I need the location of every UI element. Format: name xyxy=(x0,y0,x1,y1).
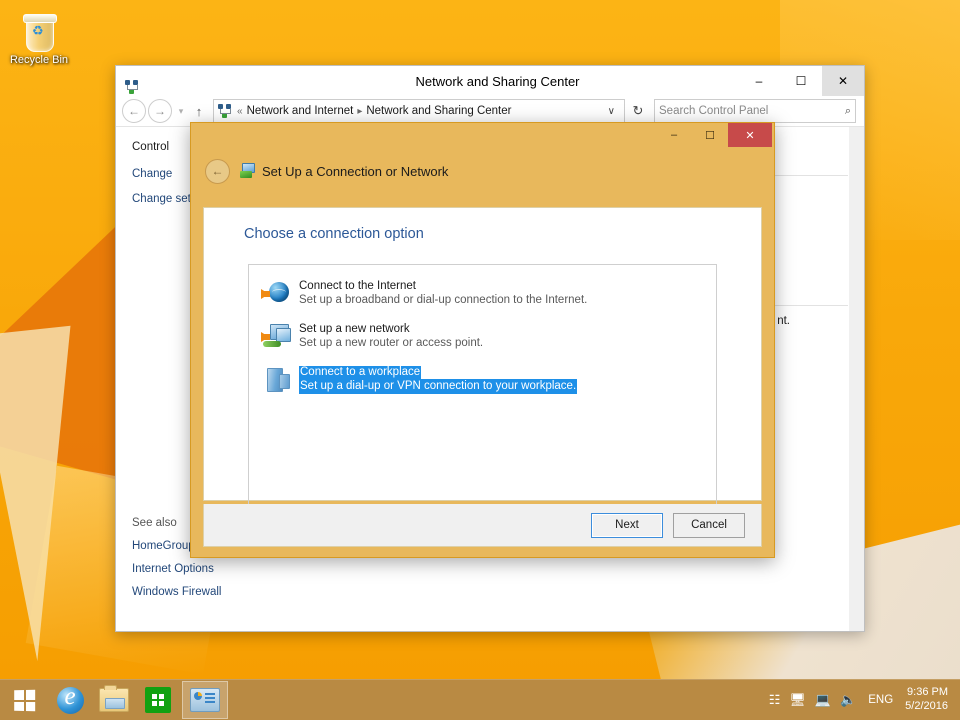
taskbar-item-store[interactable] xyxy=(136,680,180,720)
network-devices-icon[interactable]: 🖥 xyxy=(789,692,806,708)
minimize-button[interactable]: – xyxy=(738,66,780,96)
clock-date: 5/2/2016 xyxy=(905,700,948,712)
close-button[interactable]: ✕ xyxy=(822,66,864,96)
ie-icon xyxy=(56,683,84,714)
globe-arrow-icon xyxy=(261,280,289,308)
content-text-fragment: nt. xyxy=(777,315,790,327)
volume-icon[interactable]: 🔈 xyxy=(840,692,856,708)
breadcrumb-item-network-and-internet[interactable]: Network and Internet xyxy=(247,105,354,117)
network-icon xyxy=(125,79,140,95)
breadcrumb-prefix: « xyxy=(237,105,243,117)
option-title: Set up a new network xyxy=(299,323,410,335)
option-description: Set up a new router or access point. xyxy=(299,337,484,350)
search-input[interactable]: Search Control Panel ⌕ xyxy=(654,99,856,123)
vertical-scrollbar[interactable] xyxy=(849,127,864,631)
forward-button[interactable]: → xyxy=(148,99,172,123)
folder-icon xyxy=(99,685,129,712)
back-button[interactable]: ← xyxy=(122,99,146,123)
option-description: Set up a dial-up or VPN connection to yo… xyxy=(299,379,578,394)
dialog-back-button[interactable]: ← xyxy=(205,158,230,184)
maximize-button[interactable]: ☐ xyxy=(780,66,822,96)
windows-logo-icon xyxy=(13,689,35,711)
dialog-heading-text: Set Up a Connection or Network xyxy=(262,163,449,179)
dialog-maximize-button[interactable]: ☐ xyxy=(692,123,728,147)
dialog-navigation: ← Set Up a Connection or Network xyxy=(191,149,774,193)
dialog-subtitle: Choose a connection option xyxy=(244,226,424,242)
server-icon xyxy=(261,366,290,394)
store-icon xyxy=(145,687,171,713)
next-button[interactable]: Next xyxy=(591,512,663,538)
language-indicator[interactable]: ENG xyxy=(868,694,893,706)
option-connect-to-a-workplace[interactable]: Connect to a workplace Set up a dial-up … xyxy=(249,361,716,398)
taskbar-item-file-explorer[interactable] xyxy=(92,680,136,720)
dialog-minimize-button[interactable]: – xyxy=(656,123,692,147)
recycle-bin-label: Recycle Bin xyxy=(9,54,69,66)
control-panel-icon xyxy=(190,688,220,712)
option-description: Set up a broadband or dial-up connection… xyxy=(299,294,588,307)
search-placeholder: Search Control Panel xyxy=(659,105,769,117)
desktop-icon-recycle-bin[interactable]: ♻ Recycle Bin xyxy=(6,12,72,66)
dialog-content: Choose a connection option Connect to th… xyxy=(203,207,762,520)
connection-option-list[interactable]: Connect to the Internet Set up a broadba… xyxy=(248,264,717,520)
path-network-icon xyxy=(218,103,233,119)
option-set-up-a-new-network[interactable]: Set up a new network Set up a new router… xyxy=(249,318,716,355)
dialog-heading: Set Up a Connection or Network xyxy=(239,163,448,179)
recent-locations-button[interactable]: ▾ xyxy=(174,106,188,117)
explorer-titlebar[interactable]: Network and Sharing Center – ☐ ✕ xyxy=(116,66,864,96)
cancel-button[interactable]: Cancel xyxy=(673,512,745,538)
search-icon[interactable]: ⌕ xyxy=(845,105,851,118)
monitors-arrow-icon xyxy=(261,323,291,351)
window-controls: – ☐ ✕ xyxy=(738,66,864,96)
see-also-link-internet-options[interactable]: Internet Options xyxy=(132,563,262,575)
refresh-icon[interactable]: ↻ xyxy=(627,103,649,119)
taskbar: ☷ 🖥 💻 🔈 ENG 9:36 PM 5/2/2016 xyxy=(0,679,960,720)
clock[interactable]: 9:36 PM 5/2/2016 xyxy=(905,686,948,714)
option-connect-to-the-internet[interactable]: Connect to the Internet Set up a broadba… xyxy=(249,275,716,312)
start-button[interactable] xyxy=(0,680,48,720)
clock-time: 9:36 PM xyxy=(907,686,948,699)
network-icon[interactable]: 💻 xyxy=(815,692,831,708)
breadcrumb[interactable]: « Network and Internet ▸ Network and Sha… xyxy=(213,99,625,123)
taskbar-item-internet-explorer[interactable] xyxy=(48,680,92,720)
dialog-close-button[interactable]: ✕ xyxy=(728,123,772,147)
chevron-down-icon[interactable]: ∨ xyxy=(603,106,620,117)
breadcrumb-item-network-and-sharing-center[interactable]: Network and Sharing Center xyxy=(366,105,511,117)
see-also-link-windows-firewall[interactable]: Windows Firewall xyxy=(132,586,262,598)
dialog-titlebar[interactable]: – ☐ ✕ xyxy=(191,123,774,149)
setup-connection-dialog: – ☐ ✕ ← Set Up a Connection or Network C… xyxy=(190,122,775,558)
dialog-frame: – ☐ ✕ ← Set Up a Connection or Network C… xyxy=(191,123,774,557)
recycle-bin-icon: ♻ xyxy=(21,12,57,52)
dialog-footer: Next Cancel xyxy=(203,504,762,547)
system-tray: ☷ 🖥 💻 🔈 ENG 9:36 PM 5/2/2016 xyxy=(769,686,960,714)
breadcrumb-separator: ▸ xyxy=(357,105,363,117)
option-title: Connect to the Internet xyxy=(299,280,416,292)
taskbar-item-control-panel[interactable] xyxy=(182,681,228,719)
show-hidden-icon[interactable]: ☷ xyxy=(769,692,781,708)
network-setup-icon xyxy=(239,163,255,179)
up-button[interactable]: ↑ xyxy=(190,104,208,119)
option-title: Connect to a workplace xyxy=(299,366,422,380)
